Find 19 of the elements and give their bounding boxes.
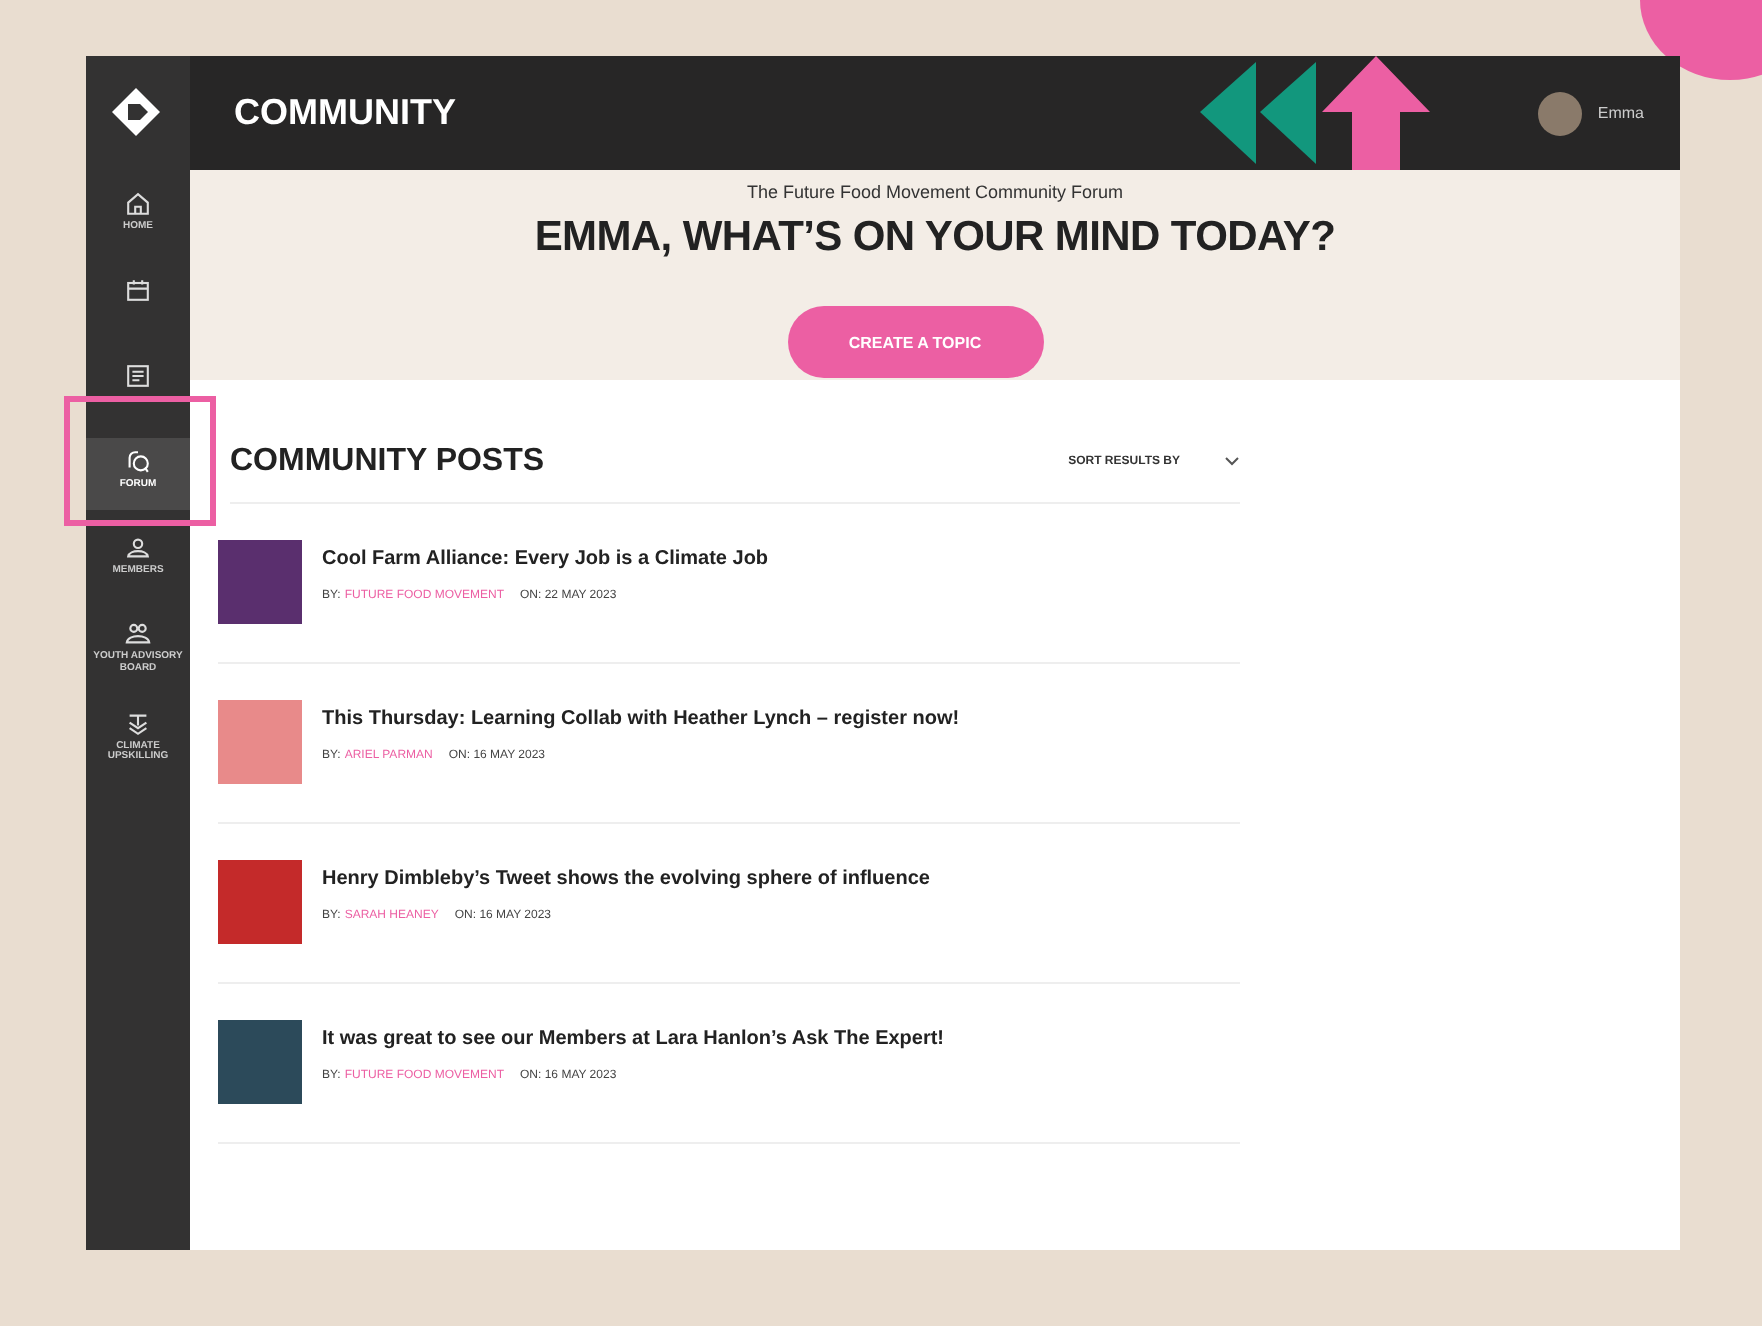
- greeting-heading: EMMA, WHAT’S ON YOUR MIND TODAY?: [534, 214, 1336, 262]
- forum-subtitle: The Future Food Movement Community Forum: [746, 182, 1124, 202]
- layers-icon: [124, 709, 152, 737]
- chevron-icon: [1224, 456, 1240, 468]
- post-title[interactable]: This Thursday: Learning Collab with Heather Lynch – register now!: [322, 708, 960, 730]
- calendar-icon: [124, 276, 152, 304]
- avatar[interactable]: [1537, 91, 1582, 135]
- document-icon: [124, 362, 152, 390]
- section-title: COMMUNITY POSTS: [230, 444, 545, 480]
- home-icon: [124, 190, 152, 218]
- post-title[interactable]: Cool Farm Alliance: Every Job is a Climate Job: [322, 548, 769, 570]
- user-name: Emma: [1597, 104, 1644, 122]
- post-title[interactable]: It was great to see our Members at Lara Hanlon’s Ask The Expert!: [322, 1028, 945, 1050]
- logo-icon: [110, 86, 162, 138]
- forum-icon: [124, 448, 152, 476]
- people-icon: [124, 534, 152, 562]
- person-group-icon: [124, 620, 152, 648]
- post-title[interactable]: Henry Dimbleby’s Tweet shows the evolving sphere of influence: [322, 868, 930, 890]
- page-title: COMMUNITY: [234, 92, 456, 134]
